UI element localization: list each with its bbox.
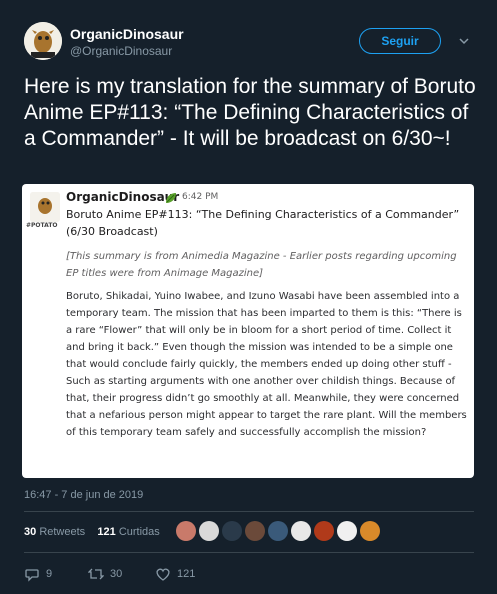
- like-count: 121: [177, 568, 196, 580]
- likes-label[interactable]: Curtidas: [119, 526, 160, 538]
- retweets-count[interactable]: 30: [24, 526, 36, 538]
- divider: [24, 552, 474, 553]
- retweet-icon: [88, 568, 104, 580]
- retweets-label[interactable]: Retweets: [39, 526, 85, 538]
- chevron-down-icon[interactable]: [458, 34, 470, 46]
- divider: [24, 511, 474, 512]
- follow-button[interactable]: Seguir: [359, 28, 441, 54]
- leaf-icon: [164, 190, 178, 204]
- card-body: Boruto, Shikadai, Yuino Iwabee, and Izun…: [66, 291, 467, 438]
- display-name[interactable]: OrganicDinosaur: [70, 26, 184, 42]
- card-time: 6:42 PM: [182, 192, 219, 202]
- liker-avatar[interactable]: [199, 521, 219, 541]
- retweet-count: 30: [110, 568, 123, 580]
- user-handle[interactable]: @OrganicDinosaur: [70, 44, 172, 58]
- reply-icon: [25, 569, 39, 582]
- card-author: OrganicDinosaur: [66, 190, 180, 204]
- liker-avatar[interactable]: [245, 521, 265, 541]
- like-action[interactable]: 121: [155, 566, 195, 582]
- avatar[interactable]: [24, 22, 62, 60]
- reply-action[interactable]: 9: [24, 566, 52, 582]
- reply-count: 9: [46, 568, 53, 580]
- card-avatar: [30, 192, 60, 222]
- likes-count[interactable]: 121: [97, 526, 115, 538]
- retweet-action[interactable]: 30: [88, 566, 122, 582]
- tweet-text: Here is my translation for the summary o…: [24, 75, 476, 150]
- liker-avatar[interactable]: [314, 521, 334, 541]
- liker-avatar[interactable]: [360, 521, 380, 541]
- tweet-timestamp[interactable]: 16:47 - 7 de jun de 2019: [24, 489, 143, 501]
- card-avatar-caption: #POTATO: [26, 222, 58, 229]
- embedded-message-card: #POTATO OrganicDinosaur 6:42 PM Boruto A…: [22, 184, 474, 478]
- liker-avatar[interactable]: [176, 521, 196, 541]
- engagement-stats: 30 Retweets 121 Curtidas: [24, 526, 160, 538]
- liker-avatar[interactable]: [268, 521, 288, 541]
- card-note: [This summary is from Animedia Magazine …: [66, 251, 457, 279]
- heart-icon: [156, 568, 170, 581]
- liker-avatar[interactable]: [291, 521, 311, 541]
- card-title: Boruto Anime EP#113: “The Defining Chara…: [66, 208, 460, 238]
- dinosaur-avatar-image: [24, 22, 62, 60]
- liker-avatar[interactable]: [337, 521, 357, 541]
- liker-avatar[interactable]: [222, 521, 242, 541]
